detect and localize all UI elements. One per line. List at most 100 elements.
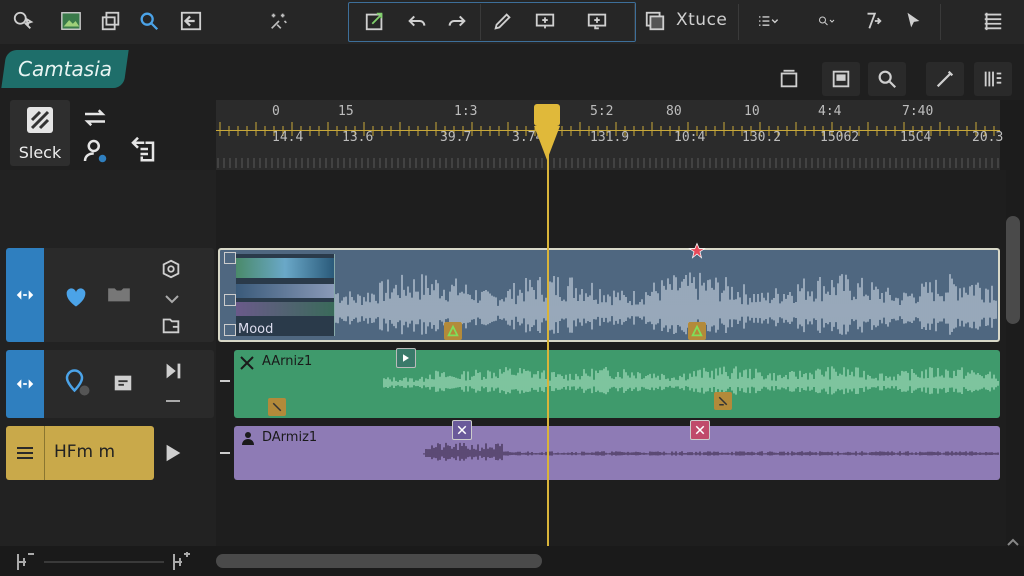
ruler-minor-ticks — [217, 158, 999, 168]
clip-handle-icon[interactable] — [224, 324, 236, 336]
ruler-sub-label: 15062 — [820, 130, 860, 145]
scroll-up-icon[interactable] — [1006, 532, 1020, 546]
redo-icon[interactable] — [442, 6, 472, 36]
save-frame-icon[interactable] — [822, 62, 860, 96]
audio-clip-1[interactable]: AArniz1 — [234, 350, 1000, 418]
vertical-scrollbar[interactable] — [1006, 216, 1020, 324]
track-header-audio-2[interactable]: HFm m — [6, 426, 154, 480]
video-waveform — [335, 272, 997, 336]
ruler-time-label: 5:2 — [590, 104, 614, 119]
collapse-icon[interactable] — [220, 452, 230, 454]
timeline-ruler[interactable]: 0 15 1:3 5:2 80 10 4:4 7:40 14.4 13.6 39.7 3.74 131… — [216, 100, 1004, 170]
ruler-time-label: 7:40 — [902, 104, 934, 119]
search-icon[interactable] — [134, 6, 164, 36]
hamburger-icon[interactable] — [6, 426, 45, 480]
track-head-label: HFm m — [54, 442, 116, 462]
clip-label: DArmiz1 — [262, 430, 318, 445]
select-tool-icon — [27, 107, 53, 133]
export-frame-icon[interactable] — [360, 6, 390, 36]
clip-handle-icon[interactable] — [224, 252, 236, 264]
user-icon[interactable] — [80, 136, 110, 166]
play-icon[interactable] — [162, 442, 184, 464]
ruler-time-label: 1:3 — [454, 104, 478, 119]
frame-icon[interactable] — [770, 62, 808, 96]
ruler-sub-label: 10:4 — [674, 130, 706, 145]
marker-icon[interactable] — [396, 348, 416, 368]
copy-icon[interactable] — [96, 6, 126, 36]
ruler-sub-label: 13.6 — [342, 130, 374, 145]
ruler-time-label: 10 — [744, 104, 760, 119]
collapse-icon[interactable] — [220, 380, 230, 382]
track-header-audio-1[interactable] — [6, 350, 214, 418]
zoom-out-icon[interactable] — [14, 552, 36, 572]
insert-marker-icon[interactable] — [530, 6, 560, 36]
zoom-in-icon[interactable] — [170, 552, 192, 572]
pointer-icon[interactable] — [898, 6, 928, 36]
playhead-handle[interactable] — [532, 104, 562, 160]
split-icon[interactable] — [858, 6, 888, 36]
pencil-icon[interactable] — [488, 6, 518, 36]
audio-clip-icon — [238, 354, 256, 372]
audio-waveform-1 — [383, 366, 999, 395]
caption-icon[interactable] — [582, 6, 612, 36]
marker-icon[interactable] — [714, 392, 732, 410]
ruler-time-label: 15 — [338, 104, 354, 119]
toolbar-label[interactable]: Xtuce — [676, 10, 727, 30]
chevron-down-icon[interactable] — [164, 290, 180, 304]
track-header-video[interactable] — [6, 248, 214, 342]
ruler-sub-label: 15C4 — [900, 130, 932, 145]
marker-icon[interactable] — [444, 322, 462, 340]
star-marker-icon[interactable] — [688, 242, 706, 260]
ruler-sub-label: 131.9 — [590, 130, 630, 145]
video-clip[interactable]: Mood — [218, 248, 1000, 342]
app-brand: Camtasia — [1, 50, 129, 88]
heart-icon[interactable] — [62, 282, 90, 310]
playhead-line[interactable] — [547, 120, 549, 576]
audio-clip-2[interactable]: DArmiz1 — [234, 426, 1000, 480]
marker-icon[interactable] — [690, 420, 710, 440]
zoom-slider[interactable] — [44, 561, 164, 563]
clip-handle-icon[interactable] — [224, 294, 236, 306]
zoom-cursor-icon[interactable] — [8, 6, 38, 36]
menu-icon[interactable] — [978, 6, 1008, 36]
marker-icon[interactable] — [268, 398, 286, 416]
collapse-line[interactable] — [166, 400, 180, 402]
camera-icon[interactable] — [160, 258, 182, 280]
caption-box-icon[interactable] — [112, 372, 134, 394]
grid-view-icon[interactable] — [974, 62, 1012, 96]
annotate-pen-icon[interactable] — [926, 62, 964, 96]
clip-label: Mood — [238, 322, 274, 337]
audio-waveform-2 — [423, 442, 999, 461]
skip-end-icon[interactable] — [162, 360, 184, 382]
back-icon[interactable] — [176, 6, 206, 36]
marker-icon[interactable] — [452, 420, 472, 440]
media-bin-icon[interactable] — [640, 6, 670, 36]
zoom-search-icon[interactable] — [868, 62, 906, 96]
select-tool[interactable]: Sleck — [10, 100, 70, 166]
ruler-sub-label: 20.3 — [972, 130, 1004, 145]
import-icon[interactable] — [128, 134, 158, 164]
ruler-sub-label: 14.4 — [272, 130, 304, 145]
film-icon[interactable] — [106, 284, 132, 306]
image-icon[interactable] — [56, 6, 86, 36]
ruler-time-label: 0 — [272, 104, 280, 119]
horizontal-scrollbar[interactable] — [216, 554, 542, 568]
select-tool-label: Sleck — [18, 143, 62, 162]
effects-icon[interactable] — [264, 6, 294, 36]
list-menu-icon[interactable] — [746, 6, 790, 36]
app-brand-label: Camtasia — [17, 57, 113, 81]
ruler-sub-label: 39.7 — [440, 130, 472, 145]
track-toggle-button[interactable] — [6, 350, 44, 418]
zoom-dropdown-icon[interactable] — [800, 6, 858, 36]
ruler-time-label: 4:4 — [818, 104, 842, 119]
ruler-sub-label: 130.2 — [742, 130, 782, 145]
ruler-time-label: 80 — [666, 104, 682, 119]
track-toggle-button[interactable] — [6, 248, 44, 342]
marker-icon[interactable] — [688, 322, 706, 340]
folder-icon[interactable] — [160, 314, 182, 336]
clip-label: AArniz1 — [262, 354, 313, 369]
person-icon — [240, 430, 256, 446]
swap-icon[interactable] — [80, 104, 110, 134]
location-icon[interactable] — [62, 368, 92, 398]
undo-icon[interactable] — [402, 6, 432, 36]
